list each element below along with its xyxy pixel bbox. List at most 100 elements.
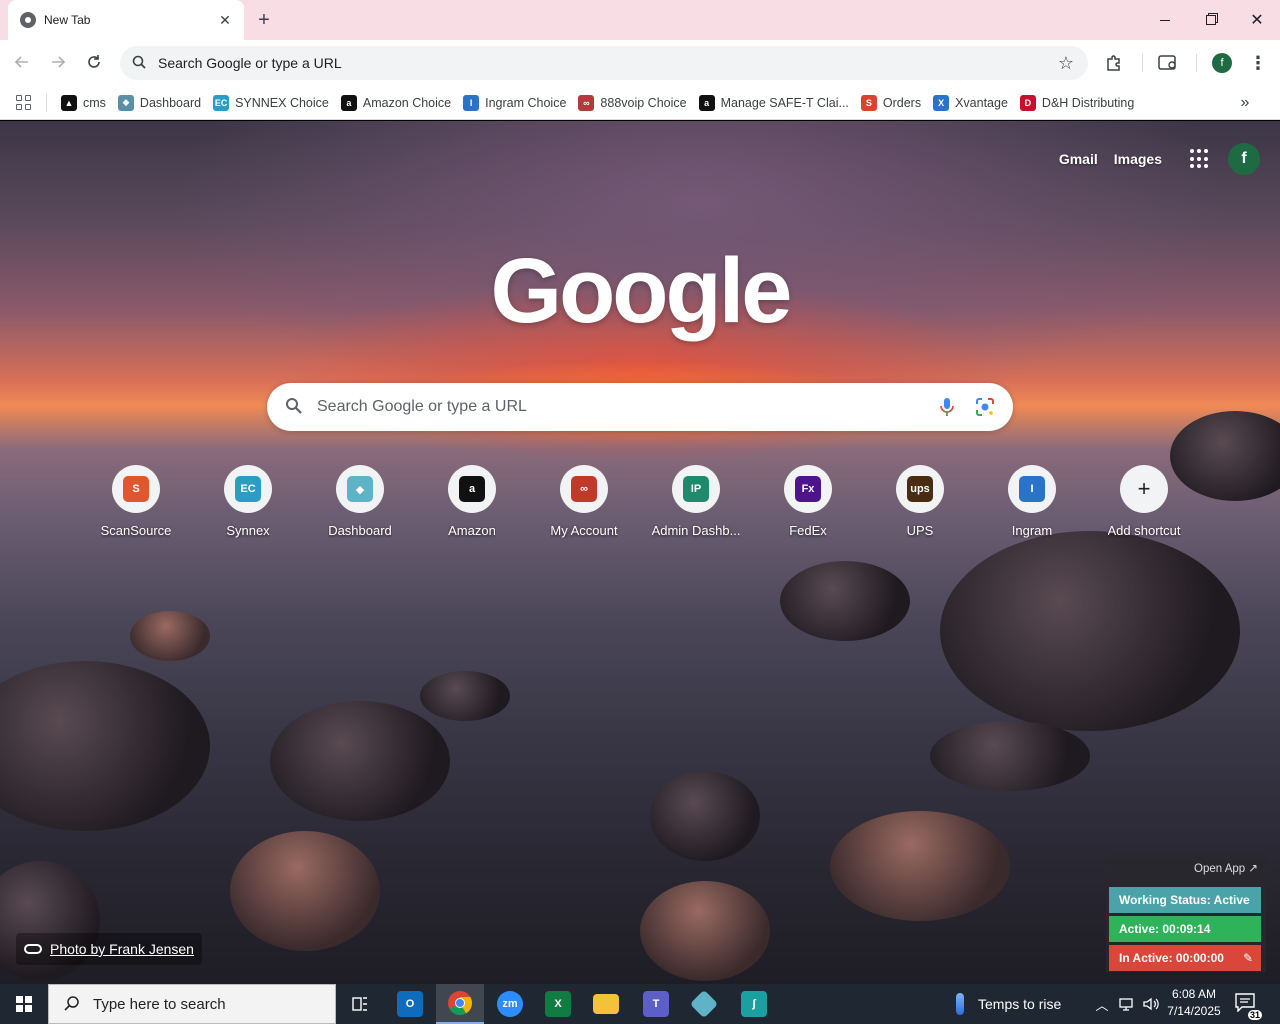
weather-widget[interactable]: Temps to rise — [956, 984, 1061, 1024]
shortcut-icon-frame: ups — [896, 465, 944, 513]
bookmark-label: 888voip Choice — [600, 95, 687, 110]
outlook-app[interactable]: O — [386, 984, 434, 1024]
photo-credit-link[interactable]: Photo by Frank Jensen — [16, 933, 202, 965]
chrome-app[interactable] — [436, 984, 484, 1024]
reload-button[interactable] — [80, 48, 108, 76]
scansource-app[interactable]: ʃ — [730, 984, 778, 1024]
images-link[interactable]: Images — [1114, 151, 1162, 167]
bookmarks-divider — [46, 93, 47, 112]
file-explorer-app[interactable] — [582, 984, 630, 1024]
shortcut-icon-frame: I — [1008, 465, 1056, 513]
minimize-icon — [1160, 19, 1170, 21]
bookmark-item[interactable]: D D&H Distributing — [1014, 90, 1140, 116]
amazon-icon: a — [698, 94, 715, 111]
bookmark-item[interactable]: EC SYNNEX Choice — [207, 90, 335, 116]
taskbar-search-input[interactable] — [93, 995, 292, 1013]
taskbar-search[interactable] — [48, 984, 336, 1024]
new-tab-button[interactable]: + — [252, 8, 276, 32]
bookmark-item[interactable]: X Xvantage — [927, 90, 1014, 116]
back-button[interactable] — [8, 48, 36, 76]
start-button[interactable] — [0, 984, 48, 1024]
windows-taskbar: O zm X T ʃ Temps to rise ︿ 6:08 AM 7/14/… — [0, 984, 1280, 1024]
ntp-search-box[interactable] — [267, 383, 1013, 431]
amazon-icon: a — [340, 94, 357, 111]
tab-new-tab[interactable]: New Tab ✕ — [8, 0, 244, 40]
inactive-timer-text: In Active: 00:00:00 — [1119, 951, 1224, 965]
system-clock[interactable]: 6:08 AM 7/14/2025 — [1162, 986, 1226, 1020]
tab-close-icon[interactable]: ✕ — [216, 11, 234, 29]
bookmark-item[interactable]: ◆ Dashboard — [112, 90, 207, 116]
bookmark-item[interactable]: ∞ 888voip Choice — [572, 90, 692, 116]
dashboard-icon: ◆ — [117, 94, 134, 111]
search-icon — [64, 996, 79, 1011]
pencil-icon[interactable]: ✎ — [1243, 945, 1253, 971]
dashboard-app[interactable] — [680, 984, 728, 1024]
add-shortcut-button[interactable]: + Add shortcut — [1088, 461, 1200, 573]
gmail-link[interactable]: Gmail — [1059, 151, 1098, 167]
excel-app[interactable]: X — [534, 984, 582, 1024]
profile-avatar[interactable]: f — [1212, 53, 1232, 73]
shortcut-tile[interactable]: ◆ Dashboard — [304, 461, 416, 573]
network-icon[interactable] — [1116, 984, 1138, 1024]
microphone-icon[interactable] — [935, 395, 959, 419]
google-apps-icon[interactable] — [1190, 149, 1210, 169]
shortcut-label: UPS — [906, 523, 934, 538]
background-rock — [130, 611, 210, 661]
search-icon — [130, 53, 150, 73]
background-rock — [640, 881, 770, 981]
extensions-button[interactable] — [1102, 51, 1126, 75]
shortcut-tile[interactable]: I Ingram — [976, 461, 1088, 573]
shortcut-tile[interactable]: ups UPS — [864, 461, 976, 573]
bookmark-item[interactable]: a Amazon Choice — [335, 90, 457, 116]
bookmarks-bar: ▲ cms ◆ Dashboard EC SYNNEX Choice a Amazon Cho… — [0, 86, 1280, 120]
kebab-menu-icon: ⋮ — [1249, 52, 1267, 73]
more-bookmarks-button[interactable]: » — [1234, 91, 1256, 115]
teams-app[interactable]: T — [632, 984, 680, 1024]
bookmark-label: SYNNEX Choice — [235, 95, 329, 110]
task-view-button[interactable] — [336, 984, 384, 1024]
ntp-search-input[interactable] — [317, 398, 921, 416]
background-rock — [0, 661, 210, 831]
zoom-app[interactable]: zm — [486, 984, 534, 1024]
restore-button[interactable] — [1188, 0, 1234, 40]
account-avatar[interactable]: f — [1228, 143, 1260, 175]
lens-icon[interactable] — [973, 395, 997, 419]
volume-icon[interactable] — [1140, 984, 1162, 1024]
shortcut-tile[interactable]: Fx FedEx — [752, 461, 864, 573]
side-panel-button[interactable] — [1156, 51, 1180, 75]
bookmark-star-icon[interactable]: ☆ — [1058, 53, 1074, 74]
xvantage-icon: X — [933, 94, 950, 111]
working-status: Working Status: Active — [1109, 887, 1261, 913]
minimize-button[interactable] — [1142, 0, 1188, 40]
bookmark-item[interactable]: a Manage SAFE-T Clai... — [693, 90, 855, 116]
forward-button[interactable] — [44, 48, 72, 76]
inactive-timer: In Active: 00:00:00 ✎ — [1109, 945, 1261, 971]
clock-date: 7/14/2025 — [1167, 1004, 1221, 1018]
bookmark-item[interactable]: S Orders — [855, 90, 927, 116]
show-hidden-icons-button[interactable]: ︿ — [1092, 984, 1112, 1024]
bookmark-item[interactable]: ▲ cms — [55, 90, 112, 116]
shortcut-tile[interactable]: EC Synnex — [192, 461, 304, 573]
close-window-button[interactable]: ✕ — [1234, 0, 1280, 40]
plus-icon: + — [1137, 476, 1151, 501]
shortcut-tile[interactable]: S ScanSource — [80, 461, 192, 573]
shortcut-tile[interactable]: ∞ My Account — [528, 461, 640, 573]
open-app-link[interactable]: Open App ↗ — [1194, 861, 1258, 875]
shortcut-label: ScanSource — [100, 523, 172, 538]
browser-toolbar: ☆ f ⋮ — [0, 40, 1280, 86]
notification-icon — [1235, 993, 1255, 1013]
windows-logo-icon — [16, 996, 32, 1012]
shortcut-tile[interactable]: a Amazon — [416, 461, 528, 573]
address-input[interactable] — [158, 55, 1058, 71]
address-bar[interactable]: ☆ — [120, 46, 1088, 80]
menu-button[interactable]: ⋮ — [1246, 51, 1270, 75]
bookmark-item[interactable]: I Ingram Choice — [457, 90, 572, 116]
shortcut-tile[interactable]: IP Admin Dashb... — [640, 461, 752, 573]
arrow-left-icon — [14, 56, 28, 68]
notification-center-button[interactable]: 31 — [1234, 992, 1262, 1020]
bookmark-label: Ingram Choice — [485, 95, 567, 110]
notification-count: 31 — [1247, 1010, 1262, 1020]
voip-icon: ∞ — [578, 94, 595, 111]
photo-credit-text: Photo by Frank Jensen — [50, 941, 194, 957]
apps-grid-icon[interactable] — [16, 94, 32, 111]
